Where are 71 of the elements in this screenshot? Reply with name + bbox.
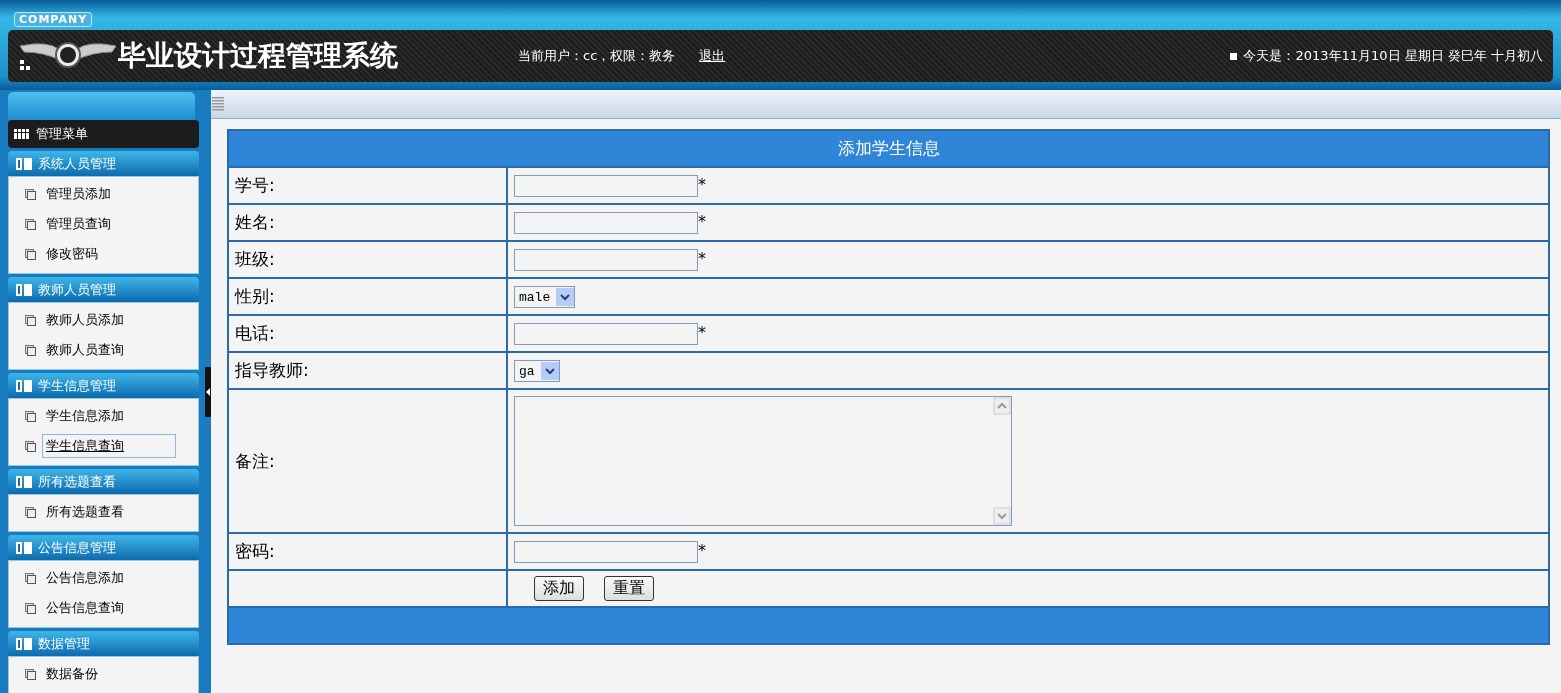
book-icon — [16, 283, 32, 296]
menu-title: 管理菜单 — [36, 125, 88, 143]
required-mark: * — [698, 249, 706, 269]
group-label: 所有选题查看 — [38, 472, 116, 491]
scroll-down-icon[interactable] — [993, 507, 1011, 525]
text-field[interactable] — [514, 322, 698, 345]
field-label: 性别: — [235, 286, 275, 306]
book-icon — [16, 157, 32, 170]
page-icon — [25, 440, 36, 452]
form-title: 添加学生信息 — [228, 130, 1549, 167]
menu-item[interactable]: 公告信息添加 — [42, 566, 128, 590]
required-mark: * — [698, 323, 706, 343]
menu-item[interactable]: 管理员查询 — [42, 212, 115, 236]
page-icon — [25, 668, 36, 680]
remarks-textarea[interactable] — [514, 396, 1012, 526]
page-icon — [25, 344, 36, 356]
menu-item[interactable]: 教师人员查询 — [42, 338, 128, 362]
group-label: 系统人员管理 — [38, 154, 116, 173]
chevron-down-icon — [560, 293, 571, 301]
page-icon — [25, 410, 36, 422]
reset-button[interactable]: 重置 — [604, 576, 654, 601]
group-label: 教师人员管理 — [38, 280, 116, 299]
group-label: 数据管理 — [38, 634, 90, 653]
group-label: 公告信息管理 — [38, 538, 116, 557]
page-icon — [25, 506, 36, 518]
menu-item[interactable]: 学生信息添加 — [42, 404, 128, 428]
current-user: 当前用户：cc，权限：教务 — [518, 47, 676, 65]
menu-item[interactable]: 学生信息查询 — [42, 434, 176, 458]
dropdown[interactable]: ga — [514, 360, 560, 383]
page-icon — [25, 314, 36, 326]
field-label: 密码: — [235, 541, 275, 561]
menu-item[interactable]: 管理员添加 — [42, 182, 115, 206]
book-icon — [16, 379, 32, 392]
field-label: 班级: — [235, 249, 275, 269]
dropdown[interactable]: male — [514, 286, 576, 309]
grid-icon — [14, 129, 30, 139]
required-mark: * — [698, 212, 706, 232]
chevron-down-icon — [544, 367, 555, 375]
system-title: 毕业设计过程管理系统 — [118, 38, 398, 74]
field-label: 学号: — [235, 175, 275, 195]
required-mark: * — [698, 175, 706, 195]
page-icon — [25, 248, 36, 260]
text-field[interactable] — [514, 174, 698, 197]
page-icon — [25, 572, 36, 584]
text-field[interactable] — [514, 248, 698, 271]
field-label: 指导教师: — [235, 360, 309, 380]
field-label: 备注: — [235, 450, 275, 471]
group-label: 学生信息管理 — [38, 376, 116, 395]
required-mark: * — [698, 541, 706, 561]
add-button[interactable]: 添加 — [534, 576, 584, 601]
book-icon — [16, 541, 32, 554]
text-field[interactable] — [514, 540, 698, 563]
page-icon — [25, 218, 36, 230]
menu-item[interactable]: 教师人员添加 — [42, 308, 128, 332]
book-icon — [16, 637, 32, 650]
menu-item[interactable]: 修改密码 — [42, 242, 102, 266]
lines-icon — [211, 96, 225, 112]
collapse-handle-icon[interactable] — [205, 366, 211, 417]
page-icon — [25, 188, 36, 200]
field-label: 电话: — [235, 323, 275, 343]
text-field[interactable] — [514, 211, 698, 234]
logout-link[interactable]: 退出 — [699, 47, 726, 65]
menu-item[interactable]: 公告信息查询 — [42, 596, 128, 620]
date-text: 今天是：2013年11月10日 星期日 癸巳年 十月初八 — [1243, 47, 1543, 65]
scroll-up-icon[interactable] — [993, 397, 1011, 415]
book-icon — [16, 475, 32, 488]
page-icon — [25, 602, 36, 614]
square-icon — [1230, 52, 1238, 60]
company-badge: COMPANY — [14, 12, 93, 27]
field-label: 姓名: — [235, 212, 275, 232]
menu-group-header[interactable]: 数据管理 — [8, 631, 199, 656]
